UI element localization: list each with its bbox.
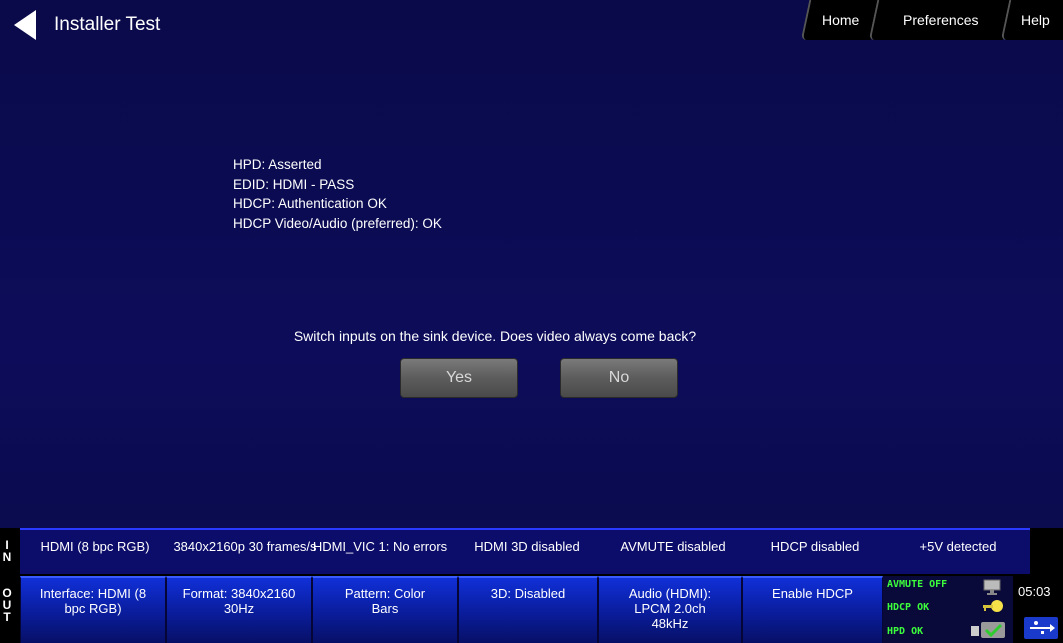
tab-preferences-label: Preferences bbox=[903, 12, 979, 28]
in-3d: HDMI 3D disabled bbox=[474, 539, 580, 554]
tab-preferences[interactable]: Preferences bbox=[868, 0, 1012, 40]
out-letter-o: O bbox=[2, 586, 12, 600]
in-hdcp: HDCP disabled bbox=[770, 539, 860, 554]
3d-tile[interactable]: 3D: Disabled bbox=[458, 576, 598, 643]
output-row: O U T Interface: HDMI (8 bpc RGB) Format… bbox=[0, 574, 1063, 643]
back-arrow-icon[interactable] bbox=[10, 8, 44, 42]
audio-tile-label: Audio (HDMI): LPCM 2.0ch 48kHz bbox=[628, 586, 712, 631]
avmute-status: AVMUTE OFF bbox=[887, 579, 948, 590]
in-5v: +5V detected bbox=[919, 539, 997, 554]
hpd-status: HPD OK bbox=[887, 626, 924, 637]
in-avmute: AVMUTE disabled bbox=[620, 539, 726, 554]
enable-hdcp-label: Enable HDCP bbox=[772, 586, 853, 601]
audio-tile[interactable]: Audio (HDMI): LPCM 2.0ch 48kHz bbox=[598, 576, 742, 643]
out-letter-u: U bbox=[2, 598, 12, 612]
3d-tile-label: 3D: Disabled bbox=[490, 586, 566, 601]
input-status-row: I N HDMI (8 bpc RGB) 3840x2160p 30 frame… bbox=[0, 528, 1063, 574]
in-vic: HDMI_VIC 1: No errors bbox=[312, 539, 448, 554]
input-status-bar: HDMI (8 bpc RGB) 3840x2160p 30 frames/s … bbox=[20, 528, 1030, 574]
enable-hdcp-tile[interactable]: Enable HDCP bbox=[742, 576, 883, 643]
usb-icon[interactable] bbox=[1024, 617, 1058, 639]
yes-button[interactable]: Yes bbox=[400, 358, 518, 398]
tab-help-label: Help bbox=[1020, 12, 1050, 28]
interface-tile[interactable]: Interface: HDMI (8 bpc RGB) bbox=[20, 576, 166, 643]
hdcp-status: HDCP OK bbox=[887, 602, 930, 613]
clock-time: 05:03 bbox=[1018, 584, 1051, 599]
pattern-tile-label: Pattern: Color Bars bbox=[344, 586, 426, 616]
status-hpd: HPD: Asserted bbox=[233, 157, 322, 172]
screen: Installer Test Home Preferences Help HPD… bbox=[0, 0, 1063, 643]
format-tile-label: Format: 3840x2160 30Hz bbox=[182, 586, 296, 616]
key-icon bbox=[983, 600, 1003, 612]
nav-tabs: Home Preferences Help bbox=[800, 0, 1063, 40]
no-button[interactable]: No bbox=[560, 358, 678, 398]
monitor-icon bbox=[983, 579, 1001, 595]
status-hdcp-av: HDCP Video/Audio (preferred): OK bbox=[233, 215, 442, 231]
tab-home[interactable]: Home bbox=[800, 0, 880, 40]
in-format: 3840x2160p 30 frames/s bbox=[173, 539, 317, 554]
question-text: Switch inputs on the sink device. Does v… bbox=[293, 328, 697, 344]
page-title: Installer Test bbox=[54, 14, 161, 35]
status-hdcp: HDCP: Authentication OK bbox=[233, 196, 387, 211]
cable-check-icon bbox=[971, 622, 1005, 638]
interface-tile-label: Interface: HDMI (8 bpc RGB) bbox=[39, 586, 147, 616]
out-letter-t: T bbox=[3, 610, 11, 624]
in-letter-n: N bbox=[2, 550, 12, 564]
status-edid: EDID: HDMI - PASS bbox=[233, 176, 355, 192]
in-letter-i: I bbox=[5, 538, 9, 552]
tab-home-label: Home bbox=[822, 12, 860, 28]
status-lines: HPD: Asserted EDID: HDMI - PASS HDCP: Au… bbox=[233, 155, 442, 233]
format-tile[interactable]: Format: 3840x2160 30Hz bbox=[166, 576, 312, 643]
output-status-panel: AVMUTE OFF HDCP OK HPD OK bbox=[883, 576, 1013, 643]
tab-help[interactable]: Help bbox=[1000, 0, 1063, 40]
header: Installer Test Home Preferences Help bbox=[0, 0, 1063, 48]
pattern-tile[interactable]: Pattern: Color Bars bbox=[312, 576, 458, 643]
in-interface: HDMI (8 bpc RGB) bbox=[40, 539, 150, 554]
